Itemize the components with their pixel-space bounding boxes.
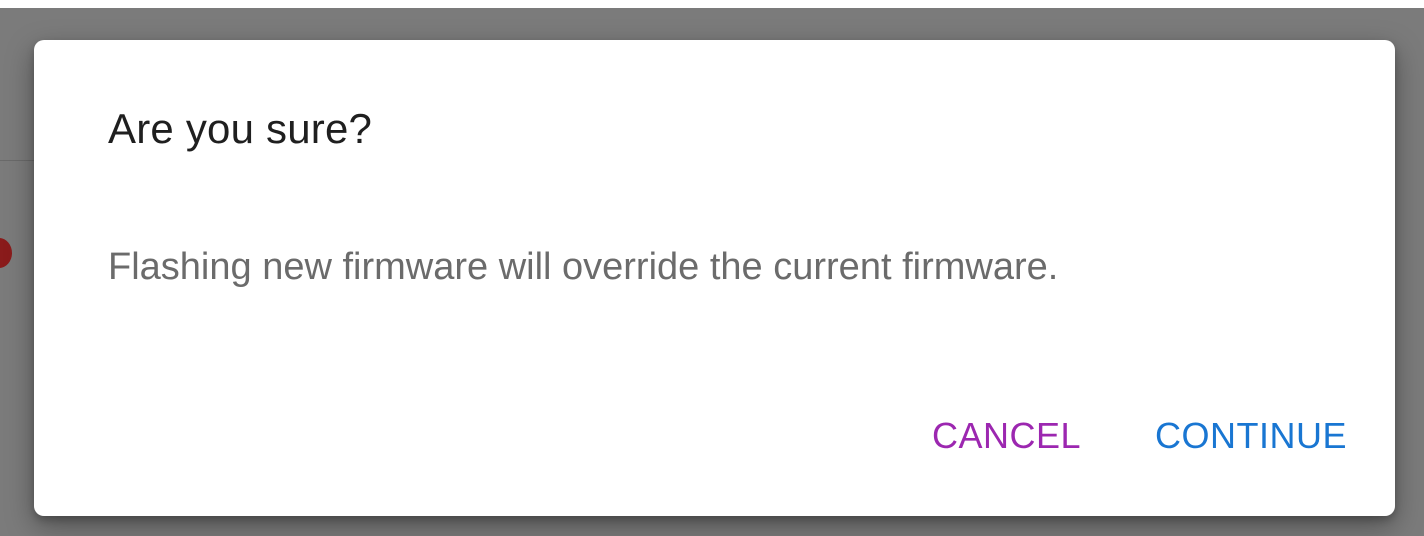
continue-button[interactable]: CONTINUE <box>1155 418 1347 454</box>
confirm-dialog: Are you sure? Flashing new firmware will… <box>34 40 1395 516</box>
cancel-button[interactable]: CANCEL <box>932 418 1081 454</box>
dialog-title: Are you sure? <box>108 105 373 152</box>
dialog-actions: CANCEL CONTINUE <box>932 418 1347 454</box>
dialog-message: Flashing new firmware will override the … <box>108 246 1059 288</box>
background-status-dot <box>0 238 12 268</box>
background-divider <box>0 160 34 161</box>
page-top-strip <box>0 0 1424 8</box>
